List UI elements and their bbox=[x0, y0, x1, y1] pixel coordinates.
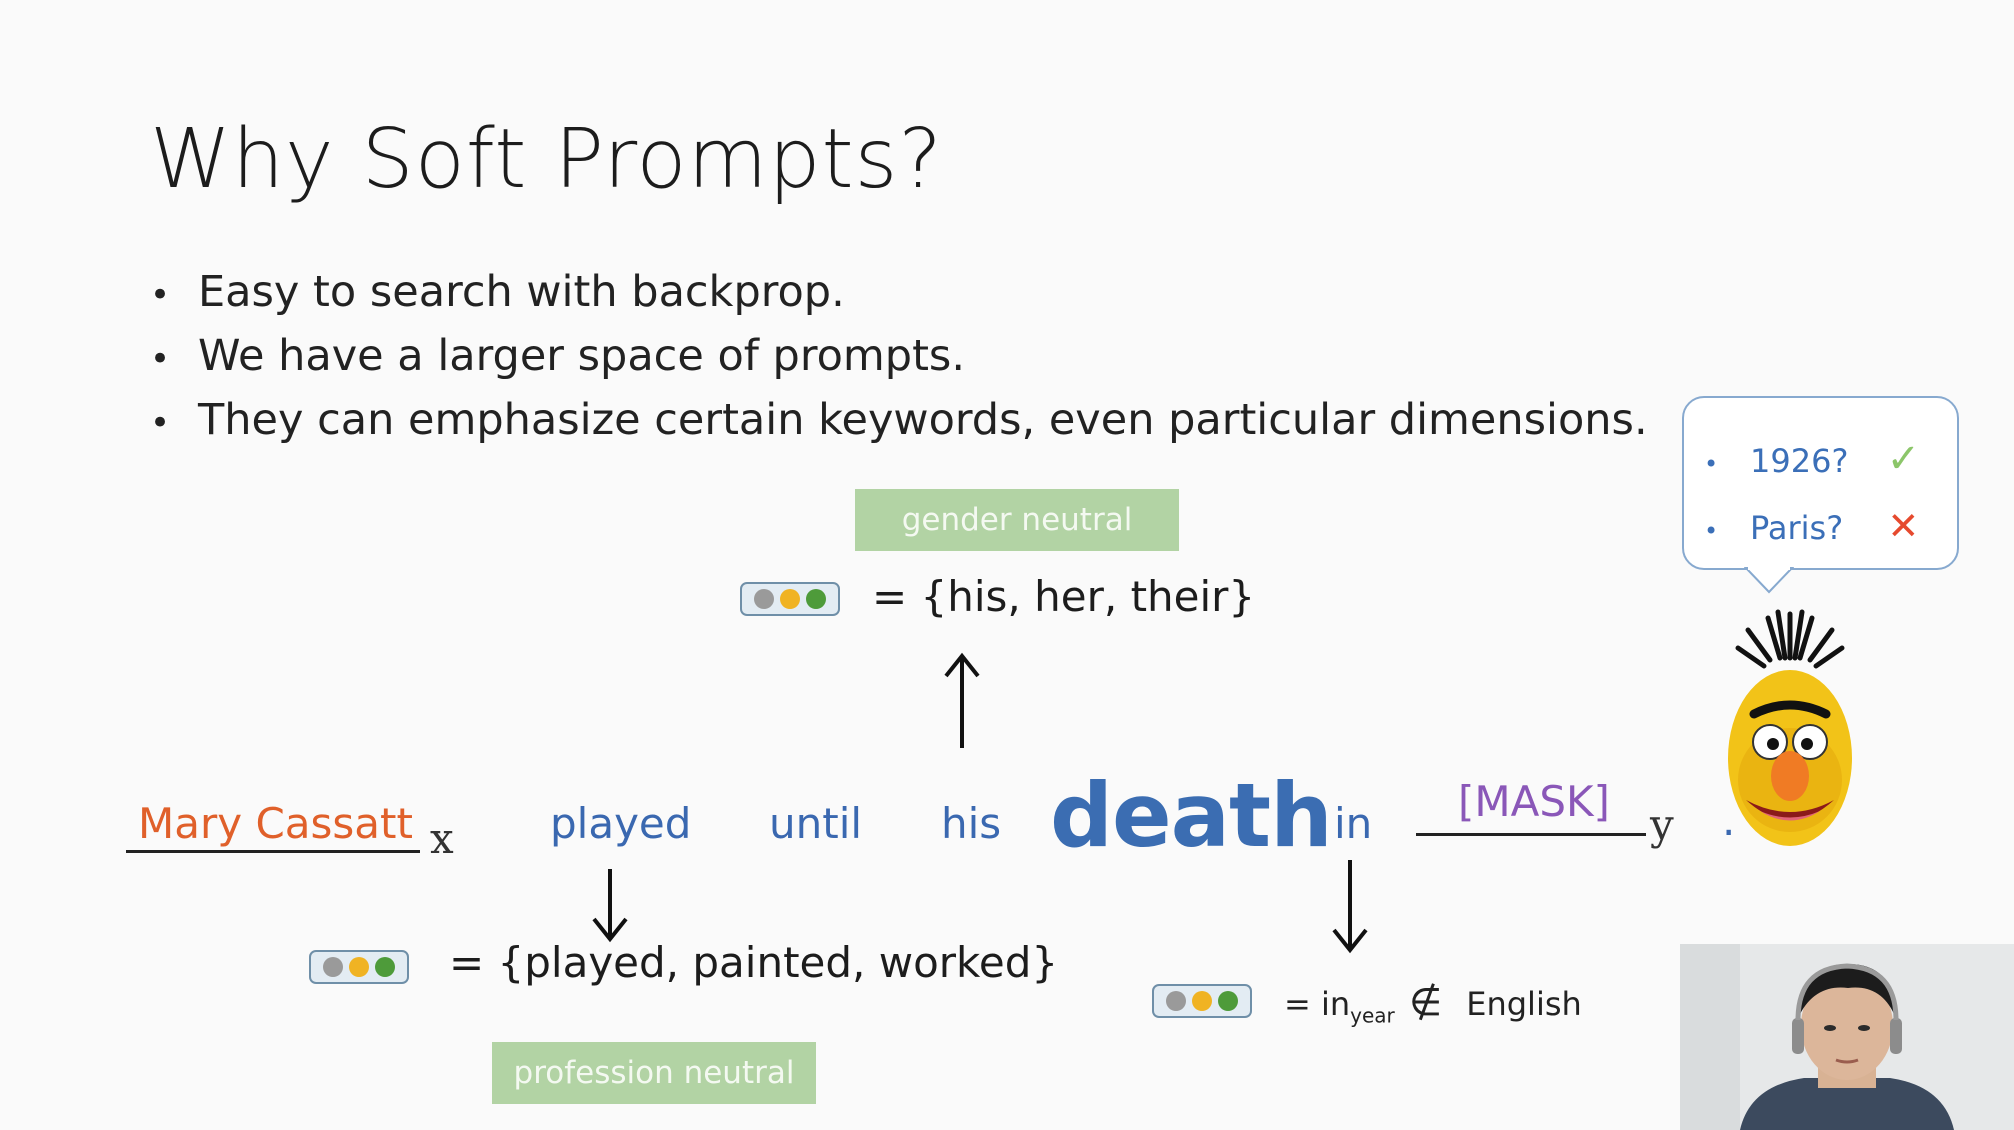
mask-underline bbox=[1416, 833, 1646, 836]
slide-title: Why Soft Prompts? bbox=[150, 112, 943, 207]
bullet-list: • Easy to search with backprop. • We have … bbox=[150, 262, 1648, 454]
bullet-text: They can emphasize certain keywords, eve… bbox=[198, 395, 1648, 445]
word-in: in bbox=[1334, 799, 1373, 848]
mask-token: [MASK] bbox=[1458, 777, 1610, 826]
word-english: English bbox=[1466, 985, 1582, 1023]
equals-in: = in bbox=[1284, 985, 1351, 1023]
cross-icon: ✕ bbox=[1887, 504, 1920, 548]
up-arrow-icon bbox=[944, 652, 980, 748]
y-variable: y bbox=[1650, 800, 1674, 849]
word-played: played bbox=[550, 799, 692, 848]
subject-underline bbox=[126, 850, 420, 853]
check-icon: ✓ bbox=[1886, 436, 1921, 482]
gender-set: = {his, her, their} bbox=[872, 572, 1256, 621]
bullet-dot: • bbox=[150, 339, 171, 379]
bert-character-icon bbox=[1728, 609, 1852, 846]
soft-prompt-token-icon bbox=[309, 950, 409, 984]
profession-neutral-tag: profession neutral bbox=[492, 1042, 816, 1104]
x-variable: x bbox=[430, 814, 454, 863]
bubble-item: • Paris? ✕ bbox=[1704, 504, 1920, 548]
bullet-item: • We have a larger space of prompts. bbox=[150, 326, 1648, 390]
word-death: death bbox=[1050, 764, 1333, 867]
bullet-item: • They can emphasize certain keywords, ev… bbox=[150, 390, 1648, 454]
webcam-video bbox=[1680, 944, 2014, 1130]
bullet-dot: • bbox=[150, 275, 171, 315]
bubble-item: • 1926? ✓ bbox=[1704, 436, 1921, 482]
speech-bubble: • 1926? ✓ • Paris? ✕ bbox=[1682, 396, 1959, 570]
bullet-text: We have a larger space of prompts. bbox=[198, 331, 966, 381]
word-his: his bbox=[941, 799, 1002, 848]
subject-mary-cassatt: Mary Cassatt bbox=[138, 799, 413, 848]
bubble-tail bbox=[1744, 566, 1794, 594]
soft-prompt-token-icon bbox=[1152, 984, 1252, 1018]
profession-set: = {played, painted, worked} bbox=[449, 938, 1059, 987]
bullet-dot: • bbox=[150, 403, 171, 443]
bullet-item: • Easy to search with backprop. bbox=[150, 262, 1648, 326]
presenter-avatar-icon bbox=[1680, 944, 2014, 1130]
gender-neutral-tag: gender neutral bbox=[855, 489, 1179, 551]
word-until: until bbox=[769, 799, 863, 848]
bullet-text: Easy to search with backprop. bbox=[198, 267, 845, 317]
year-relation: = inyear ∉ English bbox=[1284, 980, 1582, 1027]
not-in-symbol: ∉ bbox=[1408, 980, 1443, 1024]
down-arrow-icon bbox=[592, 869, 628, 943]
down-arrow-icon bbox=[1332, 860, 1368, 954]
year-subscript: year bbox=[1350, 1003, 1395, 1028]
soft-prompt-token-icon bbox=[740, 582, 840, 616]
